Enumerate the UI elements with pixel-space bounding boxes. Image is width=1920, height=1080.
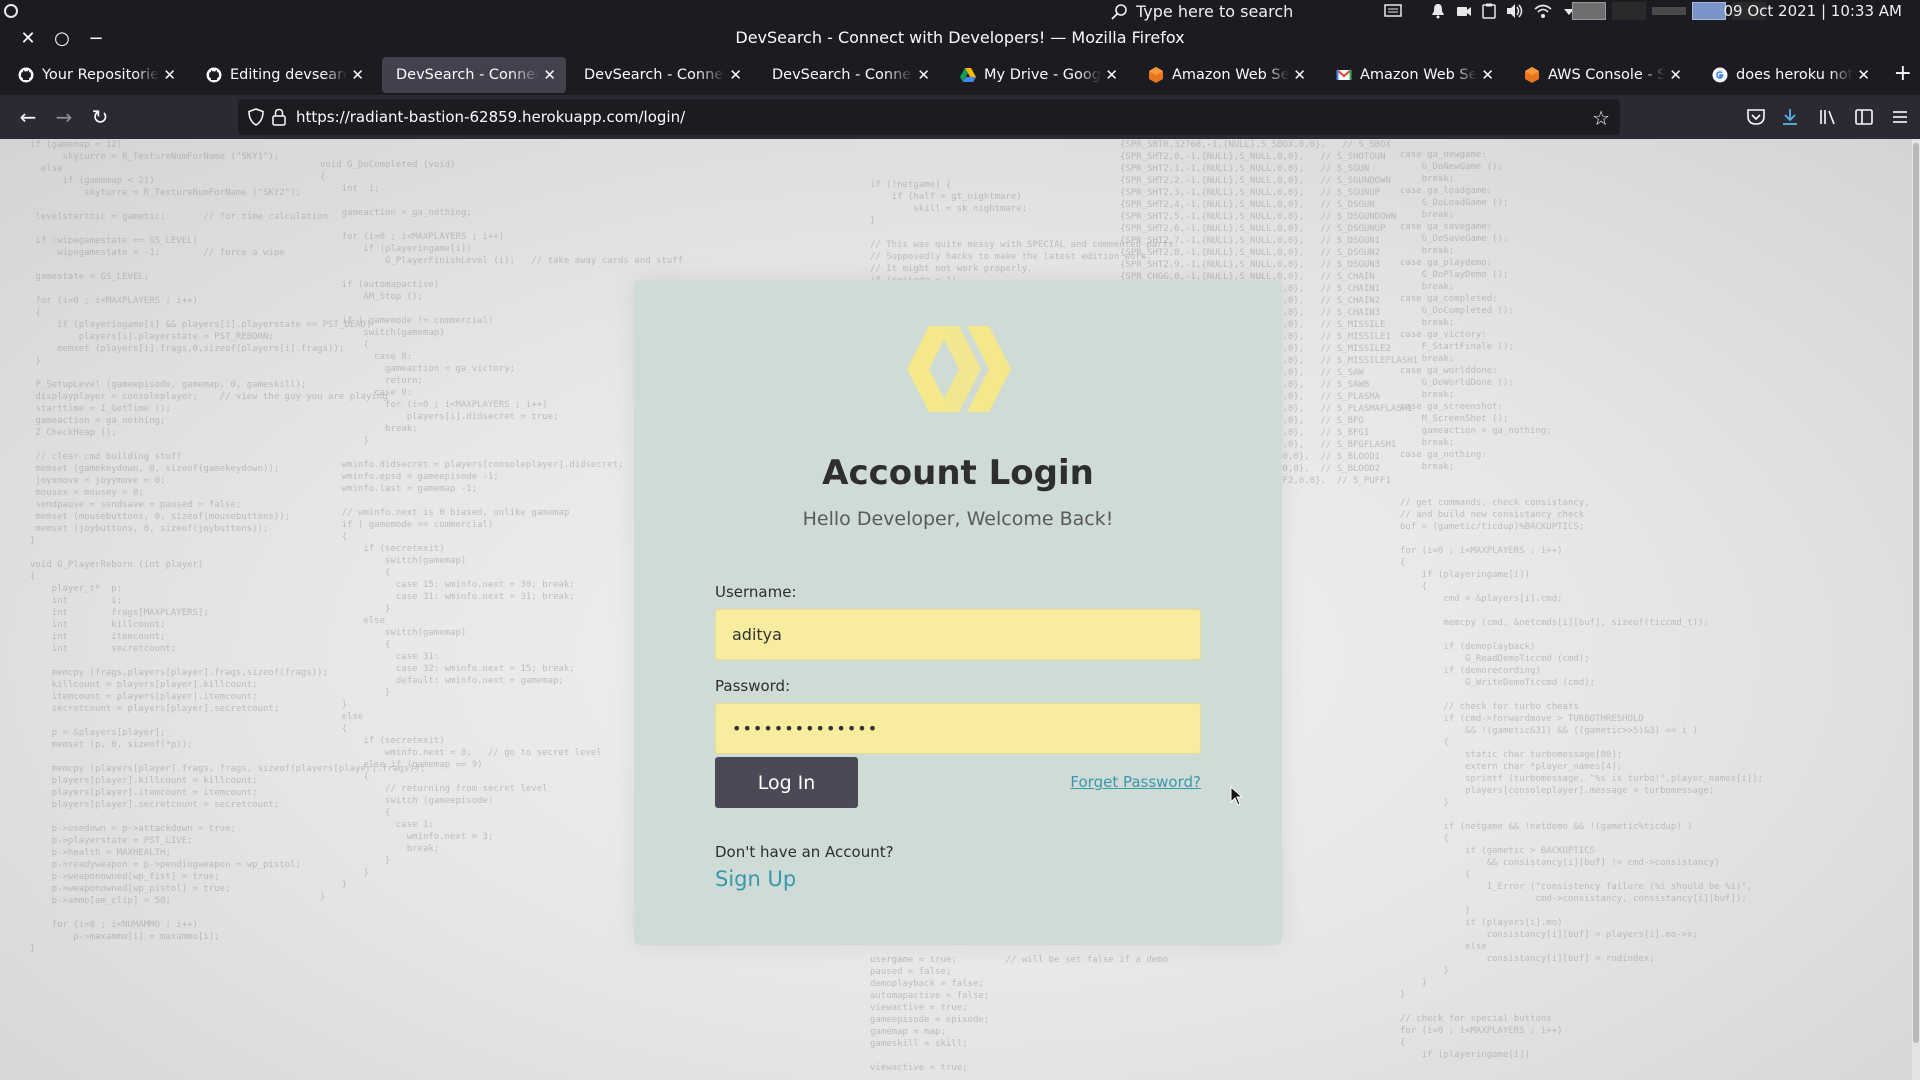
workspace-1[interactable]	[1572, 2, 1606, 20]
window-titlebar: ✕ ○ − DevSearch - Connect with Developer…	[0, 23, 1920, 55]
tab-amazon-web-services-gmail[interactable]: Amazon Web Services ✕	[1322, 57, 1504, 93]
tab-devsearch-2[interactable]: DevSearch - Connect with Developers! ✕	[570, 57, 752, 93]
login-subtitle: Hello Developer, Welcome Back!	[802, 508, 1114, 530]
tab-close-icon[interactable]: ✕	[1669, 66, 1682, 84]
bookmark-star-icon[interactable]: ☆	[1592, 106, 1610, 130]
signup-link[interactable]: Sign Up	[715, 867, 796, 891]
reload-button[interactable]: ↻	[88, 105, 112, 129]
forgot-password-link[interactable]: Forget Password?	[1070, 773, 1201, 791]
search-icon	[1111, 3, 1127, 20]
tab-close-icon[interactable]: ✕	[543, 66, 556, 84]
window-title: DevSearch - Connect with Developers! — M…	[735, 28, 1185, 47]
tab-close-icon[interactable]: ✕	[351, 66, 364, 84]
system-top-bar: Type here to search 09 Oct 2021 | 10:33 …	[0, 0, 1920, 23]
display-icon[interactable]	[1384, 3, 1402, 19]
tab-editing-devsearch[interactable]: Editing devsearch/README ✕	[192, 57, 374, 93]
mouse-cursor-icon	[1230, 786, 1244, 806]
tab-does-heroku[interactable]: does heroku not allow ✕	[1698, 57, 1880, 93]
tab-close-icon[interactable]: ✕	[1481, 66, 1494, 84]
gmail-icon	[1336, 67, 1352, 83]
code-background: case ga_newgame: G_DoNewGame (); break; …	[1400, 150, 1764, 1060]
tab-label: DevSearch - Connect with Developers!	[584, 67, 725, 83]
tab-label: My Drive - Google Drive	[984, 67, 1101, 83]
clipboard-icon[interactable]	[1482, 3, 1496, 19]
password-label: Password:	[715, 677, 791, 695]
username-input[interactable]	[715, 609, 1201, 660]
download-icon[interactable]	[1780, 107, 1800, 127]
tab-label: Editing devsearch/README	[230, 67, 348, 83]
tab-amazon-web-services[interactable]: Amazon Web Services ✕	[1134, 57, 1316, 93]
navigation-bar: ← → ↻ https://radiant-bastion-62859.hero…	[0, 95, 1920, 139]
back-button[interactable]: ←	[16, 105, 40, 129]
notification-bell-icon[interactable]	[1430, 3, 1446, 19]
system-search-placeholder: Type here to search	[1136, 2, 1294, 21]
tab-label: Amazon Web Services	[1172, 67, 1290, 83]
google-icon	[1712, 67, 1728, 83]
tab-google-drive[interactable]: My Drive - Google Drive ✕	[946, 57, 1128, 93]
tab-close-icon[interactable]: ✕	[1857, 66, 1870, 84]
tab-label: AWS Console - Signup	[1548, 67, 1666, 83]
pocket-icon[interactable]	[1746, 107, 1766, 127]
login-card: Account Login Hello Developer, Welcome B…	[634, 280, 1282, 945]
google-drive-icon	[960, 67, 976, 83]
github-icon	[18, 67, 34, 83]
tab-label: DevSearch - Connect with Developers!	[396, 67, 540, 83]
system-clock[interactable]: 09 Oct 2021 | 10:33 AM	[1723, 2, 1902, 20]
tab-your-repositories[interactable]: Your Repositories ✕	[4, 57, 186, 93]
tab-devsearch-3[interactable]: DevSearch - Connect with Developers! ✕	[758, 57, 940, 93]
activities-icon[interactable]	[4, 4, 18, 18]
system-search[interactable]: Type here to search	[1110, 1, 1293, 22]
page-scrollbar[interactable]	[1912, 139, 1920, 1080]
tab-close-icon[interactable]: ✕	[1293, 66, 1306, 84]
volume-icon[interactable]	[1506, 3, 1524, 19]
hamburger-menu-icon[interactable]	[1890, 107, 1910, 127]
tab-close-icon[interactable]: ✕	[917, 66, 930, 84]
wifi-icon[interactable]	[1534, 3, 1552, 19]
code-background: usergame = true; // will be set false if…	[870, 955, 1169, 1073]
github-icon	[206, 67, 222, 83]
tab-label: DevSearch - Connect with Developers!	[772, 67, 913, 83]
password-input[interactable]	[715, 703, 1201, 754]
camera-icon[interactable]	[1456, 3, 1472, 19]
page-content: if (gamemap < 12) skyturre = R_TextureNu…	[0, 139, 1920, 1080]
url-text[interactable]: https://radiant-bastion-62859.herokuapp.…	[296, 108, 685, 126]
tracking-shield-icon[interactable]	[248, 108, 264, 126]
system-tray	[1384, 3, 1576, 19]
scrollbar-thumb[interactable]	[1913, 143, 1919, 1043]
tab-aws-console-signup[interactable]: AWS Console - Signup ✕	[1510, 57, 1692, 93]
lock-icon[interactable]	[272, 108, 286, 126]
url-bar[interactable]: https://radiant-bastion-62859.herokuapp.…	[238, 99, 1620, 135]
tab-devsearch-active[interactable]: DevSearch - Connect with Developers! ✕	[382, 57, 566, 93]
workspace-2[interactable]	[1612, 2, 1646, 20]
devsearch-logo-icon	[907, 326, 1011, 412]
tab-label: does heroku not allow	[1736, 67, 1854, 83]
username-label: Username:	[715, 583, 797, 601]
workspace-4[interactable]	[1692, 2, 1726, 20]
tab-close-icon[interactable]: ✕	[163, 66, 176, 84]
tab-close-icon[interactable]: ✕	[729, 66, 742, 84]
new-tab-button[interactable]: +	[1894, 63, 1912, 85]
tab-label: Your Repositories	[42, 67, 160, 83]
aws-icon	[1148, 67, 1164, 83]
sidebar-icon[interactable]	[1854, 107, 1874, 127]
library-icon[interactable]	[1818, 107, 1838, 127]
code-background: void G_DoCompleted (void) { int i; gamea…	[320, 160, 684, 902]
tab-strip: Your Repositories ✕ Editing devsearch/RE…	[0, 55, 1920, 95]
workspace-3[interactable]	[1652, 2, 1686, 20]
login-title: Account Login	[822, 453, 1094, 493]
tab-close-icon[interactable]: ✕	[1105, 66, 1118, 84]
aws-icon	[1524, 67, 1540, 83]
forward-button[interactable]: →	[52, 105, 76, 129]
tab-label: Amazon Web Services	[1360, 67, 1478, 83]
login-button[interactable]: Log In	[715, 757, 858, 808]
no-account-text: Don't have an Account?	[715, 843, 894, 861]
